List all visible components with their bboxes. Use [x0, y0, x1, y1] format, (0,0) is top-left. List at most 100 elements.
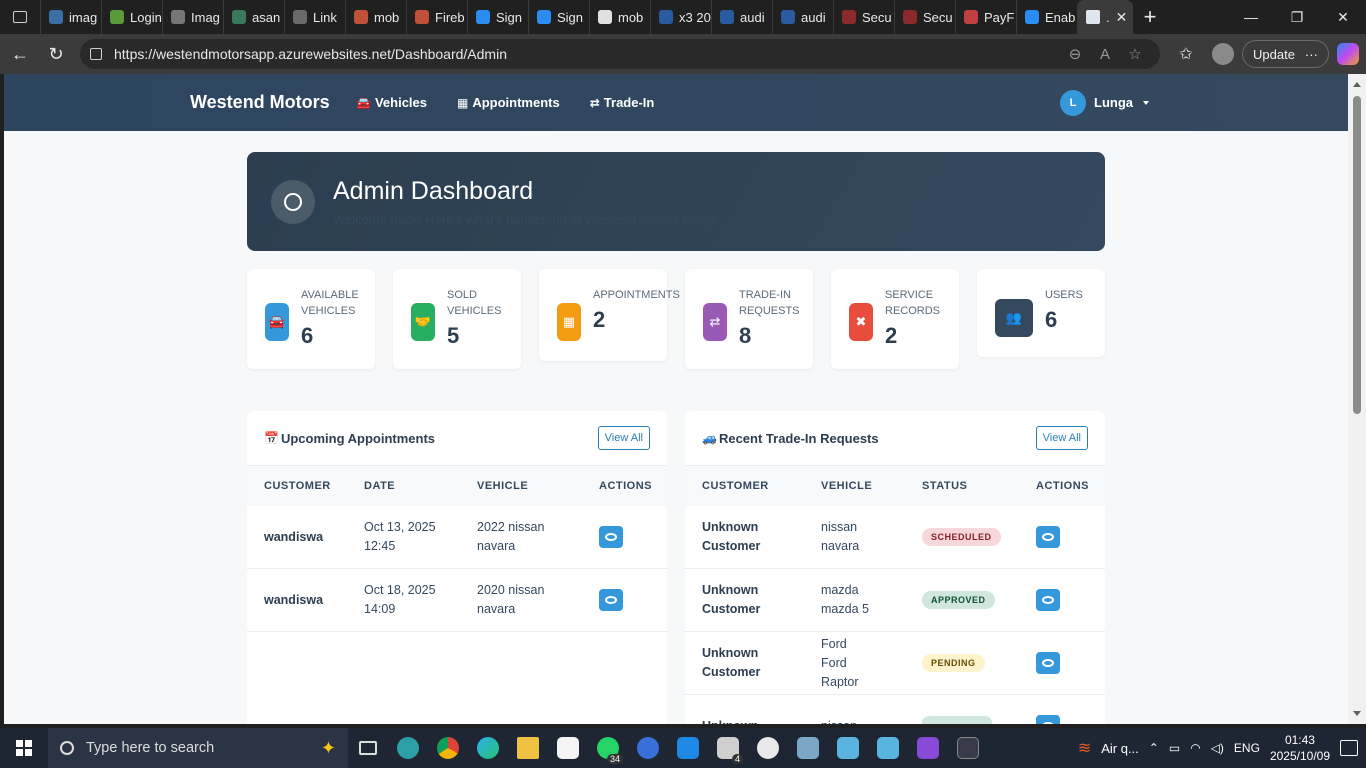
browser-tab[interactable]: mob — [589, 0, 650, 34]
active-tab[interactable]: . ✕ — [1077, 0, 1133, 34]
minimize-icon[interactable]: — — [1228, 0, 1274, 34]
search-placeholder: Type here to search — [86, 740, 215, 756]
settings-gear-icon[interactable] — [748, 728, 788, 768]
view-tradein-button[interactable] — [1036, 526, 1060, 548]
column-header: VEHICLE — [821, 479, 873, 492]
new-tab-button[interactable]: + — [1133, 0, 1167, 34]
azure-2-icon[interactable] — [868, 728, 908, 768]
stat-card-users[interactable]: 👥 Users 6 — [977, 269, 1105, 357]
stat-card-sold-vehicles[interactable]: 🤝 Sold Vehicles 5 — [393, 269, 521, 369]
tab-actions-icon[interactable] — [0, 0, 40, 34]
tab-favicon-icon — [781, 10, 795, 24]
site-info-icon[interactable] — [90, 48, 102, 60]
browser-tab[interactable]: Link — [284, 0, 345, 34]
tab-label: Fireb — [435, 9, 465, 25]
browser-tab[interactable]: Enab — [1016, 0, 1077, 34]
browser-tab[interactable]: Login — [101, 0, 162, 34]
view-appointment-button[interactable] — [599, 526, 623, 548]
stat-card-trade-in-requests[interactable]: ⇄ Trade-In Requests 8 — [685, 269, 813, 369]
stat-card-appointments[interactable]: ▦ Appointments 2 — [539, 269, 680, 361]
app-notes-icon[interactable] — [788, 728, 828, 768]
nav-link-label: Trade-In — [603, 95, 655, 110]
nav-link-appointments[interactable]: ▦ Appointments — [457, 95, 560, 110]
browser-tab[interactable]: audi — [772, 0, 833, 34]
view-appointment-button[interactable] — [599, 589, 623, 611]
brand-logo[interactable]: Westend Motors — [190, 92, 330, 113]
browser-tab[interactable]: Sign — [528, 0, 589, 34]
stat-card-available-vehicles[interactable]: 🚘 Available Vehicles 6 — [247, 269, 375, 369]
browser-tab[interactable]: imag — [40, 0, 101, 34]
copilot-icon[interactable] — [1336, 43, 1359, 65]
edge-dev-icon[interactable] — [388, 728, 428, 768]
app-a-icon[interactable] — [548, 728, 588, 768]
edge-icon[interactable] — [468, 728, 508, 768]
start-button[interactable] — [0, 728, 48, 768]
view-tradein-button[interactable] — [1036, 652, 1060, 674]
update-button[interactable]: Update ··· — [1242, 40, 1329, 68]
tab-favicon-icon — [964, 10, 978, 24]
page-scrollbar[interactable] — [1348, 74, 1366, 724]
browser-tab[interactable]: asan — [223, 0, 284, 34]
dashboard-header: Admin Dashboard Welcome back! Here's wha… — [247, 152, 1105, 251]
tray-chevron-icon[interactable]: ⌃ — [1149, 741, 1159, 755]
app-feather-icon[interactable] — [628, 728, 668, 768]
volume-icon[interactable]: ◁) — [1211, 741, 1224, 755]
browser-tab[interactable]: audi — [711, 0, 772, 34]
user-menu[interactable]: L Lunga — [1060, 89, 1149, 116]
close-window-icon[interactable]: ✕ — [1320, 0, 1366, 34]
tradeins-view-all-button[interactable]: View All — [1035, 426, 1088, 450]
more-icon[interactable]: ··· — [1305, 47, 1318, 62]
scroll-up-icon[interactable] — [1353, 82, 1361, 87]
task-view-icon[interactable] — [348, 728, 388, 768]
profile-avatar[interactable] — [1212, 43, 1234, 65]
whatsapp-icon[interactable]: 34 — [588, 728, 628, 768]
view-tradein-button[interactable] — [1036, 715, 1060, 724]
nav-link-vehicles[interactable]: 🚘 Vehicles — [356, 95, 427, 110]
scroll-thumb[interactable] — [1353, 96, 1361, 414]
chrome-icon[interactable] — [428, 728, 468, 768]
favorites-icon[interactable]: ✩ — [1168, 36, 1204, 72]
clock[interactable]: 01:43 2025/10/09 — [1270, 732, 1330, 764]
browser-tab[interactable]: PayF — [955, 0, 1016, 34]
scroll-down-icon[interactable] — [1353, 711, 1361, 716]
browser-tab[interactable]: Secu — [894, 0, 955, 34]
file-explorer-icon[interactable] — [508, 728, 548, 768]
read-aloud-icon[interactable]: A — [1090, 46, 1120, 63]
url-field[interactable]: https://westendmotorsapp.azurewebsites.n… — [80, 39, 1160, 69]
copilot-spark-icon[interactable]: ✦ — [321, 738, 336, 759]
zoom-icon[interactable]: ⊖ — [1060, 45, 1090, 63]
eye-icon — [605, 596, 617, 604]
browser-tab[interactable]: mob — [345, 0, 406, 34]
view-tradein-button[interactable] — [1036, 589, 1060, 611]
visual-studio-icon[interactable] — [908, 728, 948, 768]
weather-text[interactable]: Air q... — [1101, 741, 1139, 756]
tab-favicon-icon — [537, 10, 551, 24]
refresh-icon[interactable]: ↻ — [38, 36, 74, 72]
browser-tab[interactable]: Fireb — [406, 0, 467, 34]
language-indicator[interactable]: ENG — [1234, 741, 1260, 755]
back-icon[interactable]: ← — [2, 36, 38, 72]
notifications-icon[interactable] — [1340, 740, 1358, 756]
appointments-view-all-button[interactable]: View All — [597, 426, 650, 450]
wifi-icon[interactable]: ◠ — [1190, 741, 1200, 755]
favorite-star-icon[interactable]: ☆ — [1120, 45, 1150, 63]
nav-link-trade-in[interactable]: ⇄ Trade-In — [590, 95, 655, 110]
users-icon: 👥 — [995, 299, 1033, 337]
azure-icon[interactable] — [828, 728, 868, 768]
tradein-customer: Unknown — [685, 717, 804, 725]
app-box-icon[interactable]: 4 — [708, 728, 748, 768]
restore-icon[interactable]: ❐ — [1274, 0, 1320, 34]
browser-tab[interactable]: Sign — [467, 0, 528, 34]
battery-icon[interactable]: ▭ — [1169, 741, 1180, 755]
taskbar-search[interactable]: Type here to search ✦ — [48, 728, 348, 768]
appointment-date-day: Oct 18, 2025 — [364, 583, 436, 597]
browser-tab[interactable]: Imag — [162, 0, 223, 34]
browser-tab[interactable]: Secu — [833, 0, 894, 34]
weather-icon[interactable]: ≋ — [1078, 738, 1091, 758]
vscode-icon[interactable] — [668, 728, 708, 768]
browser-tab[interactable]: x3 20 — [650, 0, 711, 34]
tab-label: Enab — [1045, 9, 1076, 25]
stat-card-service-records[interactable]: ✖ Service Records 2 — [831, 269, 959, 369]
close-tab-icon[interactable]: ✕ — [1116, 9, 1128, 26]
terminal-icon[interactable] — [948, 728, 988, 768]
